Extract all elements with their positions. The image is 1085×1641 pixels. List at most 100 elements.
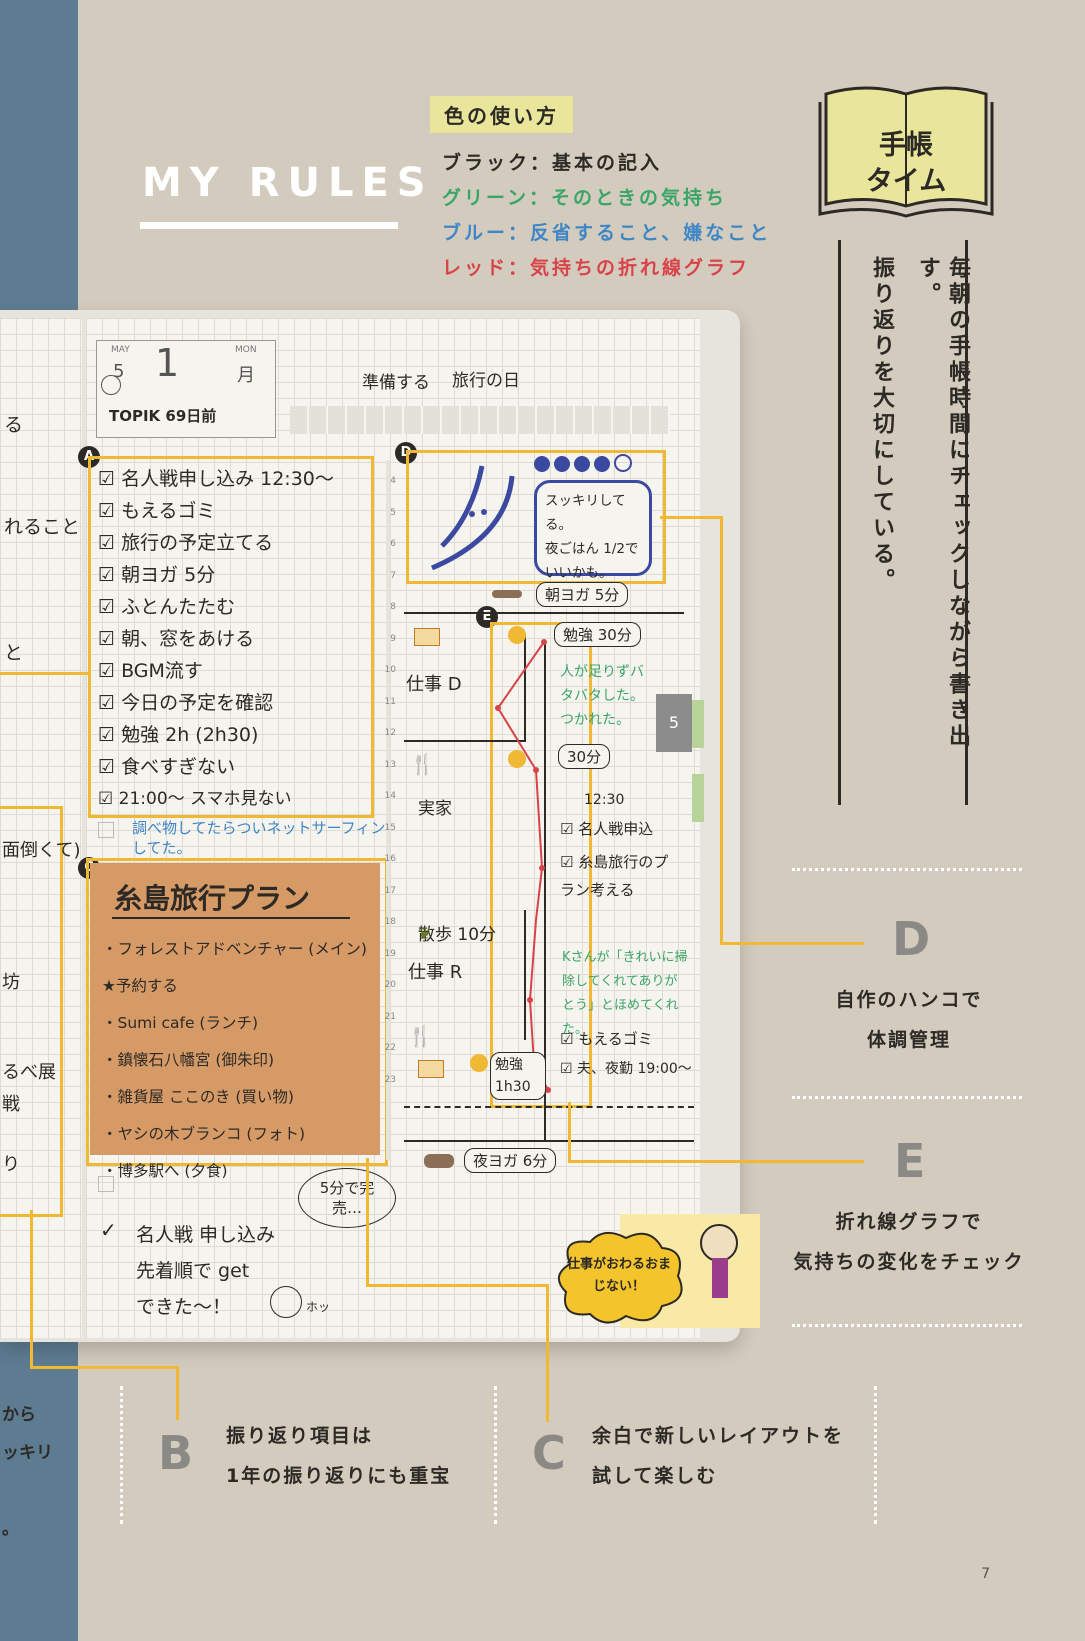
vertical-rule-left	[838, 240, 841, 805]
annotation-c-text: 余白で新しいレイアウトを 試して楽しむ	[592, 1425, 845, 1487]
lightbulb-icon	[508, 750, 526, 768]
timeline-entry: 30分	[558, 744, 611, 769]
connector-d-h	[660, 516, 722, 519]
left-fragment-6: るべ展	[2, 1062, 56, 1083]
page-tab[interactable]: 5	[656, 694, 692, 752]
checklist-item: ☑ 21:00～ スマホ見ない	[98, 789, 292, 809]
fork-knife-icon: 🍴	[408, 1024, 433, 1048]
sticky-text: 仕事がおわるおまじない！	[566, 1257, 671, 1294]
weather-icon	[101, 375, 121, 395]
lightbulb-icon	[470, 1054, 488, 1072]
green-tab[interactable]	[692, 700, 704, 748]
timeline-entry: 勉強 1h30	[490, 1052, 546, 1100]
connector-b-down	[176, 1366, 179, 1420]
trip-plan-card: 糸島旅行プラン ・フォレストアドベンチャー (メイン) ★予約する ・Sumi …	[90, 863, 380, 1180]
timeline-entry: 朝ヨガ 5分	[536, 582, 629, 607]
dow: 月	[237, 365, 255, 386]
bubble-text: 5分で完売…	[319, 1179, 375, 1217]
legend-item-red: レッド：気持ちの折れ線グラフ	[442, 257, 751, 279]
page-number: 7	[981, 1566, 990, 1582]
hour-labels: 4 5 6 7 8 9 10 11 12 13 14 15 16 17 18 1…	[384, 476, 396, 1085]
month-label: MAY	[111, 345, 130, 355]
character-body-icon	[712, 1258, 728, 1298]
evening-line	[404, 1140, 694, 1142]
timeline-entry: 実家	[418, 799, 452, 819]
mini-calendar-strip	[290, 406, 670, 434]
checklist-item: ☑ 朝ヨガ 5分	[98, 564, 216, 586]
badge-label: 手帳 タイム	[865, 130, 947, 197]
legend-item-green: グリーン：そのときの気持ち	[442, 187, 728, 209]
spine-text-2: ッキリ	[2, 1443, 53, 1463]
connector-c-v	[366, 1158, 369, 1286]
annotation-c-letter: C	[532, 1426, 566, 1480]
timeline-entry: 仕事 D	[406, 674, 462, 695]
book-badge: 手帳 タイム	[818, 80, 994, 230]
annotation-d-letter: D	[892, 912, 931, 966]
connector-a	[0, 672, 88, 675]
connector-e-h	[568, 1160, 864, 1163]
checklist-item: ☑ 勉強 2h (2h30)	[98, 724, 259, 746]
leaf-icon: ❦	[418, 924, 432, 943]
timeline-top-2: 旅行の日	[452, 371, 520, 391]
green-tab[interactable]	[692, 774, 704, 822]
connector-e-v	[568, 1102, 571, 1162]
left-fragment-4: 面倒くて)	[2, 840, 81, 861]
left-fragment-8: り	[2, 1154, 20, 1175]
hoc-text: ホッ	[306, 1300, 331, 1314]
plan-list: ・フォレストアドベンチャー (メイン) ★予約する ・Sumi cafe (ラン…	[102, 940, 367, 1180]
dotted-divider-v	[120, 1386, 123, 1524]
connector-b-v	[30, 1210, 33, 1368]
connector-c-h	[366, 1284, 548, 1287]
timeline-entry: ☑ 名人戦申込	[560, 820, 654, 838]
checklist-item: ☑ 食べすぎない	[98, 756, 236, 778]
smiley-icon	[270, 1286, 302, 1318]
dotted-divider	[792, 868, 1022, 871]
bottom-note-3: できた～！	[136, 1296, 232, 1318]
spine-text-1: から	[2, 1405, 36, 1425]
checklist-item: ☑ もえるゴミ	[98, 500, 216, 522]
timeline-entry: 勉強 30分	[554, 622, 641, 647]
bottom-note-1: 名人戦 申し込み	[136, 1224, 276, 1246]
plan-title-underline	[112, 917, 350, 919]
dow-label: MON	[235, 345, 257, 355]
connector-d-v	[720, 516, 723, 944]
stamp-speech-box: スッキリしてる。 夜ごはん 1/2で いいかも。	[534, 480, 652, 581]
timeline-entry: 仕事 R	[408, 962, 463, 983]
title-underline	[140, 222, 398, 229]
checklist-item: ☑ 旅行の予定立てる	[98, 532, 274, 554]
book-icon	[418, 1060, 444, 1078]
dotted-divider-v	[874, 1386, 877, 1524]
plan-title: 糸島旅行プラン	[114, 882, 311, 915]
cat-stretch-icon	[492, 590, 522, 598]
dotted-divider	[792, 1324, 1022, 1327]
legend-item-black: ブラック：基本の記入	[442, 152, 663, 174]
timeline-top-1: 準備する	[362, 373, 430, 393]
timeline-entry: ☑ 夫、夜勤 19:00～	[560, 1061, 692, 1077]
timeline-entry: 12:30	[584, 792, 625, 808]
fork-knife-icon: 🍴	[410, 752, 435, 776]
mood-scale-icon	[534, 454, 644, 472]
annotation-b-text: 振り返り項目は 1年の振り返りにも重宝	[226, 1425, 452, 1487]
timeline-entry: ☑ 糸島旅行のプラン考える	[560, 853, 669, 899]
left-fragment-7: 戦	[2, 1094, 20, 1115]
lightbulb-icon	[508, 626, 526, 644]
annotation-b-letter: B	[158, 1426, 194, 1480]
checklist-item: ☑ BGM流す	[98, 660, 203, 682]
check-mark: ✓	[100, 1218, 117, 1242]
timeline-entry: ☑ もえるゴミ	[560, 1030, 653, 1048]
checklist-item: ☑ 名人戦申し込み 12:30～	[98, 468, 334, 490]
dotted-divider-v	[494, 1386, 497, 1524]
checklist-item: ☑ 今日の予定を確認	[98, 692, 274, 714]
page-title: MY RULES	[142, 160, 434, 206]
morning-line	[404, 612, 684, 614]
bottom-note-2: 先着順で get	[136, 1260, 250, 1282]
checklist-item: ☑ ふとんたたむ	[98, 596, 236, 618]
left-fragment-3: と	[4, 642, 24, 664]
date-box: MAY 5 1 MON 月 TOPIK 69日前	[96, 340, 276, 438]
left-fragment-1: る	[4, 414, 24, 436]
blue-note: 調べ物してたらついネットサーフィンしてた。	[132, 819, 386, 857]
date-memo: TOPIK 69日前	[109, 407, 217, 425]
connector-b-h	[30, 1366, 178, 1369]
annotation-e-text: 折れ線グラフで 気持ちの変化をチェック	[793, 1211, 1025, 1273]
dotted-divider	[792, 1096, 1022, 1099]
